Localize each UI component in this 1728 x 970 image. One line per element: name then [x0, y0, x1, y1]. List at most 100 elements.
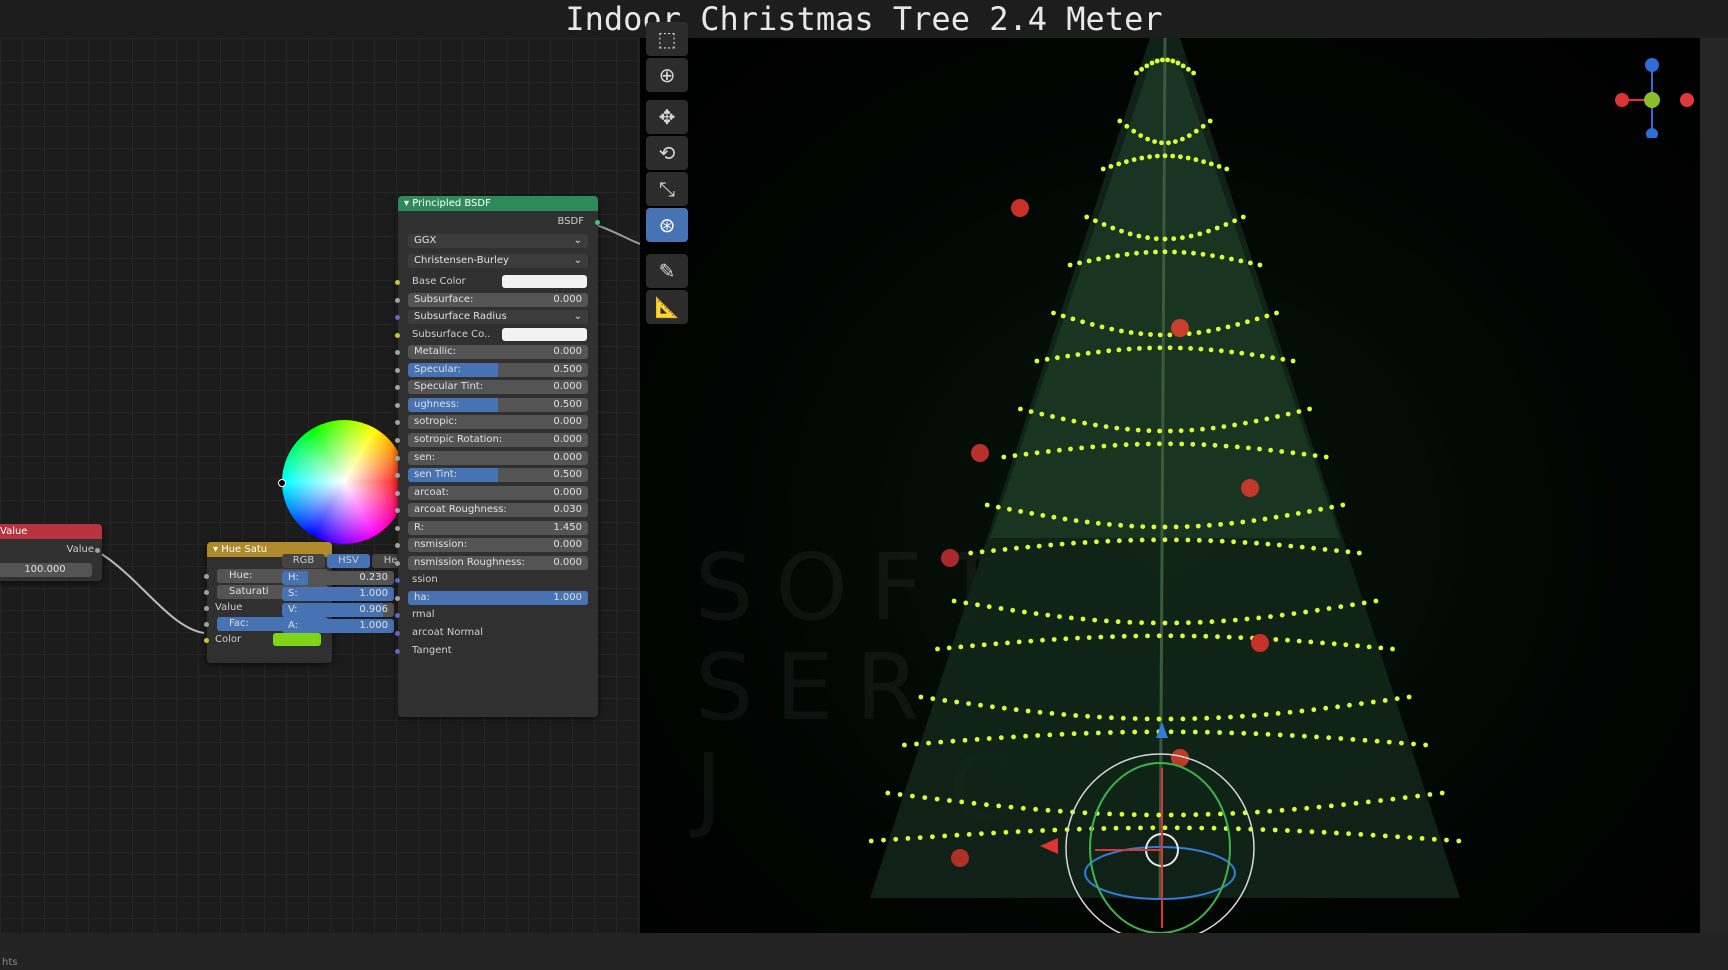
bsdf-input-socket[interactable]: [395, 385, 400, 391]
bsdf-input-socket[interactable]: [395, 473, 400, 479]
bsdf-input-socket[interactable]: [395, 613, 400, 619]
light-bulb: [1124, 159, 1129, 165]
navigation-gizmo[interactable]: [1600, 48, 1700, 138]
hue-input-socket[interactable]: [204, 574, 209, 579]
bsdf-input-socket[interactable]: [395, 315, 400, 321]
bsdf-input-socket[interactable]: [395, 367, 400, 373]
bsdf-input-9[interactable]: sotropic Rotation: 0.000: [408, 432, 588, 447]
bsdf-input-socket[interactable]: [395, 402, 400, 408]
bsdf-input-21[interactable]: Tangent: [412, 644, 590, 658]
hue-input-label: Color: [215, 634, 242, 645]
properties-tab-strip[interactable]: [1700, 38, 1728, 933]
transform-icon[interactable]: ⊛: [646, 208, 688, 242]
light-bulb: [1023, 451, 1029, 457]
hue-input-socket[interactable]: [204, 590, 209, 595]
bsdf-input-socket[interactable]: [395, 455, 400, 461]
light-bulb: [1334, 548, 1339, 553]
principled-bsdf-node[interactable]: ▾ Principled BSDF BSDF GGX ⌄ Christensen…: [395, 196, 600, 717]
bsdf-input-socket[interactable]: [395, 560, 400, 566]
scale-icon[interactable]: ⤡: [646, 172, 688, 206]
bsdf-input-socket[interactable]: [395, 525, 400, 531]
bsdf-input-5[interactable]: Specular: 0.500: [408, 362, 588, 377]
bsdf-input-socket[interactable]: [395, 490, 400, 496]
value-field[interactable]: 100.000: [0, 563, 92, 577]
bsdf-input-11[interactable]: sen Tint: 0.500: [408, 468, 588, 483]
mode-tab-hsv[interactable]: HSV: [327, 554, 370, 568]
light-bulb: [1192, 729, 1198, 735]
annotate-icon[interactable]: ✎: [646, 254, 688, 288]
bsdf-input-20[interactable]: arcoat Normal: [412, 626, 590, 640]
bsdf-input-socket[interactable]: [395, 631, 400, 636]
bsdf-input-6[interactable]: Specular Tint: 0.000: [408, 380, 588, 395]
light-bulb: [1162, 249, 1168, 255]
light-bulb: [1138, 133, 1144, 138]
light-bulb: [1238, 258, 1244, 264]
cursor-icon[interactable]: ⊕: [646, 58, 688, 92]
bsdf-input-2[interactable]: Subsurface Radius ⌄: [408, 310, 588, 325]
bsdf-input-10[interactable]: sen: 0.000: [408, 450, 588, 465]
bsdf-input-8[interactable]: sotropic: 0.000: [408, 415, 588, 430]
select-box-icon[interactable]: ⬚: [646, 22, 688, 56]
mode-tab-rgb[interactable]: RGB: [282, 554, 325, 568]
bsdf-input-socket[interactable]: [395, 543, 400, 549]
bsdf-input-socket[interactable]: [395, 508, 400, 514]
light-bulb: [1193, 812, 1199, 818]
measure-icon[interactable]: 📐: [646, 290, 688, 324]
light-bulb: [1210, 253, 1215, 259]
bsdf-color-swatch[interactable]: [502, 275, 587, 288]
bsdf-input-socket[interactable]: [395, 648, 400, 654]
distribution-dropdown[interactable]: GGX ⌄: [408, 234, 588, 248]
bsdf-input-14[interactable]: R: 1.450: [408, 520, 588, 535]
bsdf-input-7[interactable]: ughness: 0.500: [408, 397, 588, 412]
bsdf-input-19[interactable]: rmal: [412, 608, 590, 622]
value-output-socket[interactable]: [95, 548, 100, 553]
bsdf-color-swatch[interactable]: [502, 327, 587, 341]
bsdf-input-socket[interactable]: [395, 420, 400, 426]
color-wheel-cursor[interactable]: [278, 479, 286, 487]
bsdf-input-13[interactable]: arcoat Roughness: 0.030: [408, 503, 588, 518]
light-bulb: [993, 641, 999, 647]
hsv-field-3[interactable]: A: 1.000: [282, 619, 394, 633]
rotate-icon[interactable]: ⟲: [646, 136, 688, 170]
hue-input-socket[interactable]: [204, 606, 209, 611]
bsdf-input-15[interactable]: nsmission: 0.000: [408, 538, 588, 553]
bsdf-input-4[interactable]: Metallic: 0.000: [408, 345, 588, 360]
light-bulb: [1052, 827, 1058, 833]
bsdf-input-socket[interactable]: [395, 578, 400, 584]
hsv-field-1[interactable]: S: 1.000: [282, 587, 394, 601]
bsdf-node-header: ▾ Principled BSDF: [398, 196, 598, 211]
bsdf-input-socket[interactable]: [395, 280, 400, 285]
bsdf-input-socket[interactable]: [395, 332, 400, 338]
light-bulb: [1256, 615, 1262, 621]
bsdf-input-16[interactable]: nsmission Roughness: 0.000: [408, 555, 588, 570]
bsdf-input-1[interactable]: Subsurface: 0.000: [408, 292, 588, 307]
hue-input-socket[interactable]: [204, 622, 209, 627]
light-bulb: [1181, 250, 1187, 255]
bsdf-output-socket[interactable]: [595, 220, 600, 225]
light-bulb: [1355, 643, 1360, 649]
light-bulb: [1040, 513, 1046, 518]
move-icon[interactable]: ✥: [646, 100, 688, 134]
hsv-field-2[interactable]: V: 0.906: [282, 603, 394, 617]
light-bulb: [1179, 441, 1185, 447]
light-bulb: [1268, 614, 1273, 619]
bsdf-input-value: 0.500: [553, 398, 582, 410]
bsdf-input-12[interactable]: arcoat: 0.000: [408, 485, 588, 500]
bsdf-input-socket[interactable]: [395, 350, 400, 356]
light-bulb: [954, 832, 960, 838]
value-node[interactable]: Value Value 100.000: [0, 524, 102, 581]
bsdf-input-socket[interactable]: [395, 437, 400, 443]
hsv-field-0[interactable]: H: 0.230: [282, 571, 394, 585]
bsdf-input-17[interactable]: ssion: [412, 573, 590, 587]
bsdf-input-18[interactable]: ha: 1.000: [408, 590, 588, 605]
bsdf-input-socket[interactable]: [395, 297, 400, 303]
node-editor[interactable]: Value Value 100.000 ▾ Hue Satu Hue: Satur…: [0, 38, 640, 933]
bsdf-input-socket[interactable]: [395, 595, 400, 601]
hue-input-socket[interactable]: [204, 638, 209, 643]
light-bulb: [978, 702, 983, 708]
light-bulb: [1096, 349, 1101, 355]
color-wheel[interactable]: [282, 420, 406, 544]
3d-viewport[interactable]: SOFT SER J C: [640, 38, 1700, 933]
subsurface-method-dropdown[interactable]: Christensen-Burley ⌄: [408, 254, 588, 268]
light-bulb: [1267, 808, 1273, 814]
